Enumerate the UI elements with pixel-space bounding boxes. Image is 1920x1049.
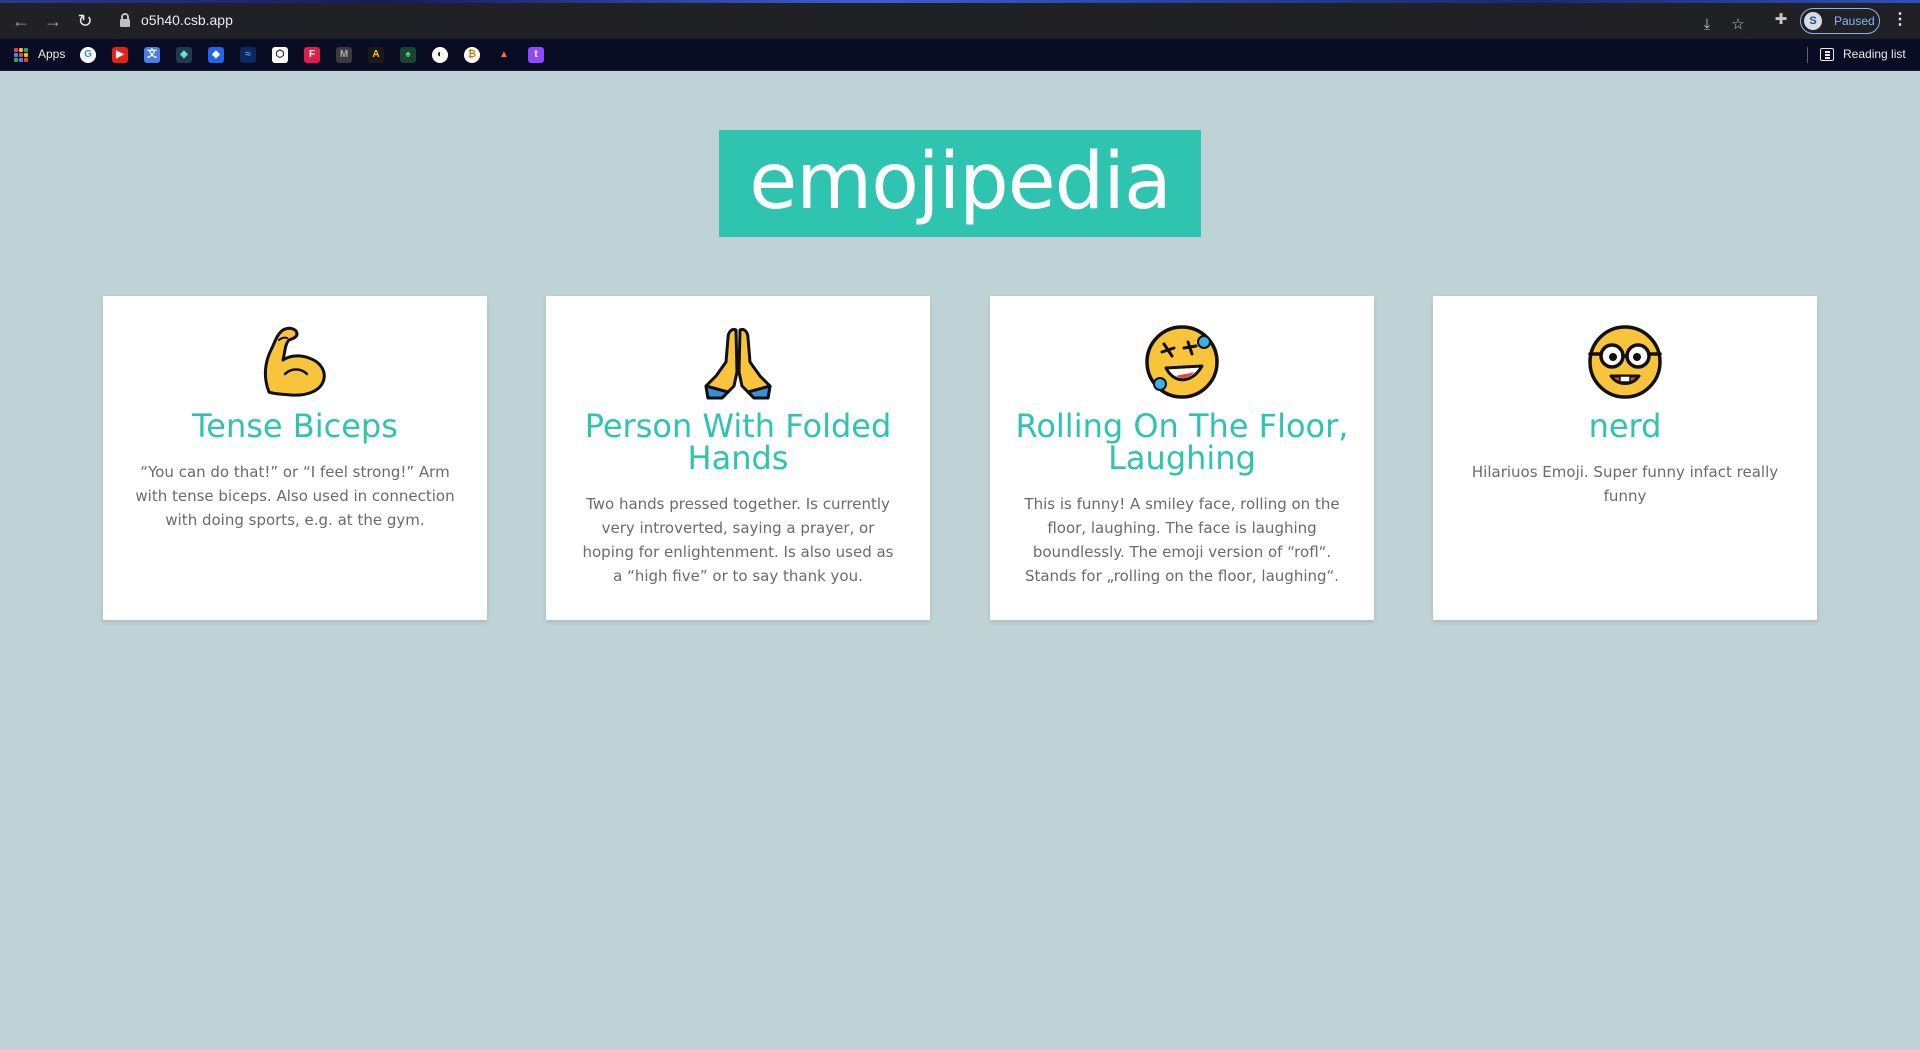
emoji-card-rofl: Rolling On The Floor, Laughing This is f… bbox=[990, 296, 1374, 620]
youtube-bookmark-icon[interactable]: ▶ bbox=[112, 47, 128, 63]
codepen-bookmark-icon[interactable]: ⬡ bbox=[272, 47, 288, 63]
emoji-card-nerd: nerd Hilariuos Emoji. Super funny infact… bbox=[1433, 296, 1817, 620]
folded-hands-icon bbox=[704, 328, 772, 400]
emoji-card-folded-hands: Person With Folded Hands Two hands press… bbox=[546, 296, 930, 620]
profile-button[interactable]: S Paused bbox=[1800, 8, 1880, 34]
mongodb-bookmark-icon[interactable]: ♠ bbox=[400, 47, 416, 63]
profile-status: Paused bbox=[1834, 14, 1875, 28]
globe-bookmark-icon[interactable]: ◐ bbox=[432, 47, 448, 63]
site-logo: emojipedia bbox=[719, 130, 1201, 237]
card-description: This is funny! A smiley face, rolling on… bbox=[1024, 495, 1340, 585]
emoji-card-tense-biceps: Tense Biceps “You can do that!” or “I fe… bbox=[103, 296, 487, 620]
reload-icon[interactable]: ↻ bbox=[74, 10, 96, 32]
bookmark-star-icon[interactable]: ☆ bbox=[1728, 15, 1748, 35]
card-title: Tense Biceps bbox=[192, 407, 398, 445]
google-bookmark-icon[interactable]: G bbox=[80, 47, 96, 63]
avatar: S bbox=[1804, 12, 1822, 30]
reading-list-icon[interactable] bbox=[1820, 48, 1834, 61]
fire-bookmark-icon[interactable]: ▲ bbox=[496, 47, 512, 63]
card-title: Rolling On The Floor, Laughing bbox=[1015, 407, 1349, 477]
browser-menu-icon[interactable]: ⋮ bbox=[1892, 10, 1908, 30]
apps-shortcut[interactable]: Apps bbox=[38, 47, 65, 61]
lock-icon[interactable] bbox=[120, 13, 130, 27]
stack-bookmark-icon[interactable]: ◆ bbox=[208, 47, 224, 63]
flaticon-bookmark-icon[interactable]: F bbox=[304, 47, 320, 63]
bitcoin-bookmark-icon[interactable]: ₿ bbox=[464, 47, 480, 63]
translate-bookmark-icon[interactable]: 文 bbox=[144, 47, 160, 63]
rolling-on-the-floor-laughing-icon bbox=[1145, 325, 1219, 399]
twitch-bookmark-icon[interactable]: t bbox=[528, 47, 544, 63]
nerd-face-icon bbox=[1588, 325, 1662, 399]
bookmarks-divider bbox=[1807, 47, 1808, 63]
install-app-icon[interactable]: ⤓ bbox=[1697, 15, 1717, 35]
bookmarks-bar: Apps G ▶ 文 ◈ ◆ ≈ ⬡ F M A ♠ ◐ ₿ ▲ t Readi… bbox=[0, 39, 1920, 71]
card-description: Hilariuos Emoji. Super funny infact real… bbox=[1471, 463, 1779, 505]
logo-text: emojipedia bbox=[749, 137, 1172, 227]
tab-strip-accent bbox=[0, 0, 1920, 3]
code-bookmark-icon[interactable]: ◈ bbox=[176, 47, 192, 63]
markdown-bookmark-icon[interactable]: M bbox=[336, 47, 352, 63]
card-description: “You can do that!” or “I feel strong!” A… bbox=[135, 463, 455, 529]
back-icon[interactable]: ← bbox=[10, 10, 32, 32]
reading-list-button[interactable]: Reading list bbox=[1843, 47, 1906, 61]
forward-icon[interactable]: → bbox=[42, 10, 64, 32]
url-text[interactable]: o5h40.csb.app bbox=[141, 12, 233, 28]
card-title: nerd bbox=[1588, 407, 1662, 445]
address-bar[interactable]: o5h40.csb.app ⤓ ☆ bbox=[110, 7, 1760, 35]
apps-grid-icon[interactable] bbox=[14, 48, 28, 62]
card-title: Person With Folded Hands bbox=[584, 407, 892, 477]
ai-bookmark-icon[interactable]: A bbox=[368, 47, 384, 63]
browser-toolbar: ← → ↻ o5h40.csb.app ⤓ ☆ ✚ S Paused ⋮ bbox=[0, 0, 1920, 39]
tailwind-bookmark-icon[interactable]: ≈ bbox=[240, 47, 256, 63]
flexed-biceps-icon bbox=[263, 326, 326, 397]
extensions-puzzle-icon[interactable]: ✚ bbox=[1771, 10, 1791, 30]
card-description: Two hands pressed together. Is currently… bbox=[582, 495, 894, 585]
